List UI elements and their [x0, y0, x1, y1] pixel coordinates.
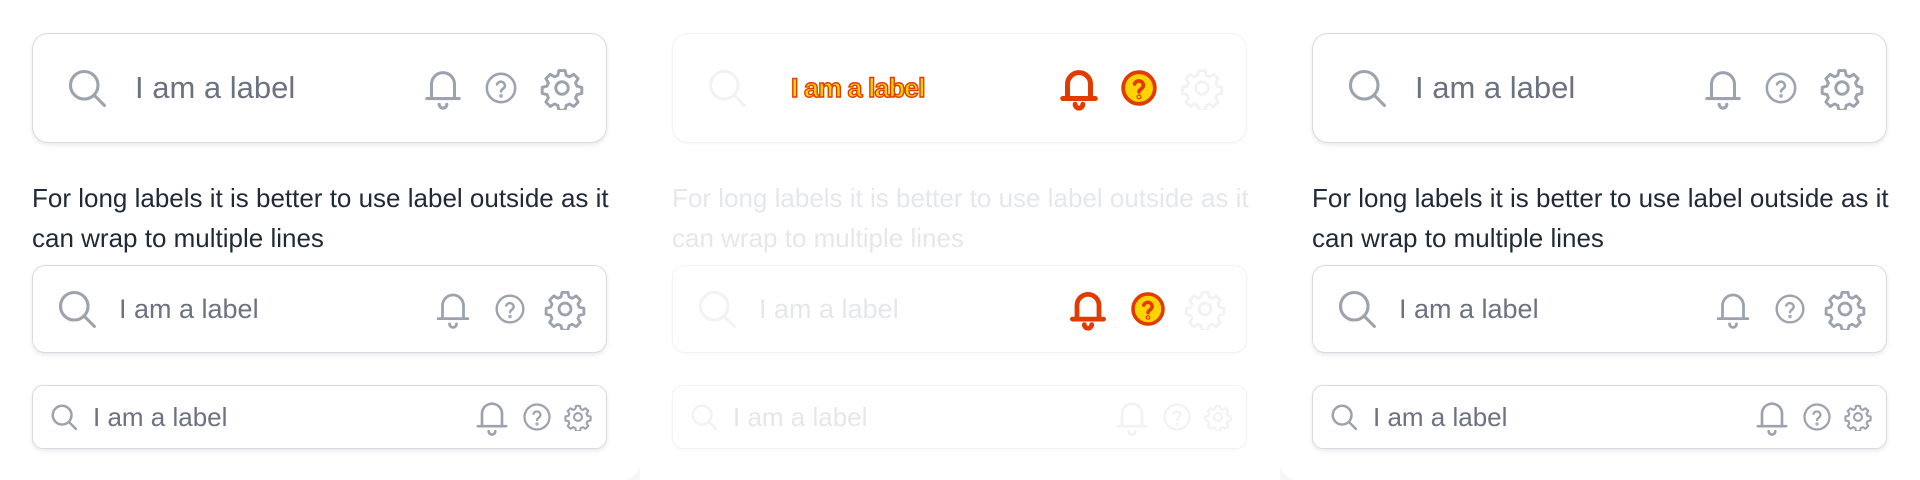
hint-text: For long labels it is better to use labe…: [1312, 183, 1889, 253]
search-field-small[interactable]: I am a label: [1312, 385, 1887, 449]
field-label: I am a label: [135, 70, 296, 105]
help-circle-icon[interactable]: [1120, 69, 1158, 107]
search-field-medium[interactable]: I am a label: [1312, 265, 1887, 353]
search-icon: [1329, 402, 1359, 432]
search-icon: [65, 66, 109, 110]
bell-icon[interactable]: [1712, 286, 1754, 332]
bell-icon[interactable]: [1112, 395, 1152, 439]
field-label: I am a label: [1399, 293, 1539, 324]
gear-icon[interactable]: [1824, 288, 1866, 330]
search-icon: [695, 287, 739, 331]
bell-icon[interactable]: [1066, 285, 1110, 333]
hint-text: For long labels it is better to use labe…: [32, 183, 609, 253]
help-circle-icon[interactable]: [1802, 402, 1832, 432]
panel-middle-diff: I am a label For long labels it is bette…: [640, 0, 1280, 480]
field-label: I am a label: [93, 401, 228, 432]
help-circle-icon[interactable]: [522, 402, 552, 432]
gear-icon[interactable]: [1184, 288, 1226, 330]
bell-icon[interactable]: [1056, 63, 1102, 113]
panel-right: I am a label For long labels it is bette…: [1280, 0, 1920, 480]
search-icon: [705, 66, 749, 110]
hint-text: For long labels it is better to use labe…: [672, 183, 1249, 253]
search-field-medium[interactable]: I am a label: [32, 265, 607, 353]
search-field-medium[interactable]: I am a label: [672, 265, 1247, 353]
search-field-large[interactable]: I am a label: [1312, 33, 1887, 143]
bell-icon[interactable]: [1700, 63, 1746, 113]
help-circle-icon[interactable]: [1130, 291, 1166, 327]
field-label: I am a label: [119, 293, 259, 324]
gear-icon[interactable]: [540, 66, 584, 110]
field-label: I am a label: [1415, 70, 1576, 105]
search-field-large[interactable]: I am a label: [672, 33, 1247, 143]
gear-icon[interactable]: [1204, 403, 1232, 431]
gear-icon[interactable]: [1820, 66, 1864, 110]
field-label: I am a label: [1373, 401, 1508, 432]
help-circle-icon[interactable]: [484, 71, 518, 105]
gear-icon[interactable]: [564, 403, 592, 431]
help-circle-icon[interactable]: [1774, 293, 1806, 325]
gear-icon[interactable]: [1844, 403, 1872, 431]
panel-left: I am a label For long labels it is bette…: [0, 0, 640, 480]
search-icon: [1345, 66, 1389, 110]
field-label: I am a label: [759, 293, 899, 324]
field-label: I am a label: [733, 401, 868, 432]
search-icon: [55, 287, 99, 331]
bell-icon[interactable]: [472, 395, 512, 439]
bell-icon[interactable]: [432, 286, 474, 332]
gear-icon[interactable]: [544, 288, 586, 330]
field-label-diff: I am a label: [790, 72, 926, 103]
bell-icon[interactable]: [1752, 395, 1792, 439]
bell-icon[interactable]: [420, 63, 466, 113]
help-circle-icon[interactable]: [494, 293, 526, 325]
search-icon: [689, 402, 719, 432]
search-icon: [49, 402, 79, 432]
search-field-small[interactable]: I am a label: [32, 385, 607, 449]
help-circle-icon[interactable]: [1162, 402, 1192, 432]
gear-icon[interactable]: [1180, 66, 1224, 110]
search-icon: [1335, 287, 1379, 331]
search-field-large[interactable]: I am a label: [32, 33, 607, 143]
search-field-small[interactable]: I am a label: [672, 385, 1247, 449]
help-circle-icon[interactable]: [1764, 71, 1798, 105]
